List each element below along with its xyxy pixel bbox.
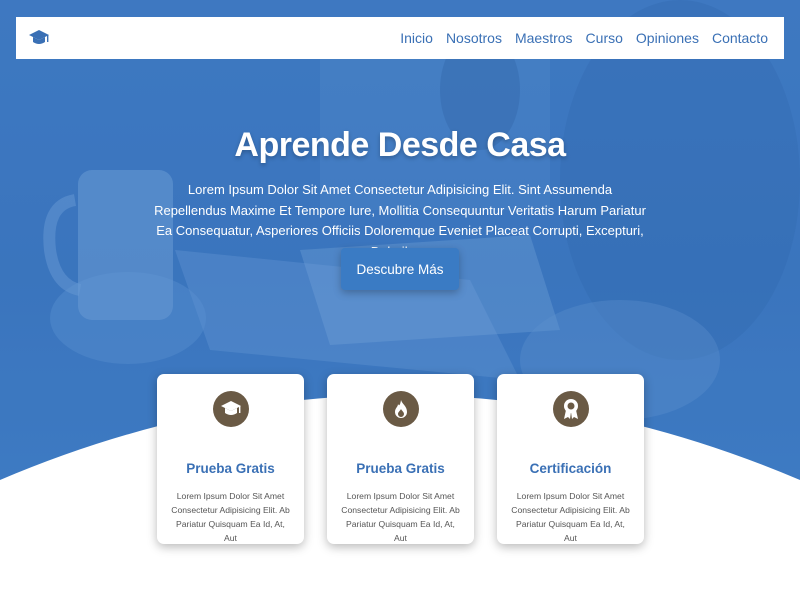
- card-text: Lorem Ipsum Dolor Sit Amet Consectetur A…: [341, 491, 460, 543]
- hero-title: Aprende Desde Casa: [234, 126, 566, 164]
- discover-more-button[interactable]: Descubre Más: [341, 248, 459, 290]
- nav-link-maestros[interactable]: Maestros: [515, 30, 573, 46]
- fire-icon: [383, 391, 419, 427]
- card-title: Prueba Gratis: [356, 461, 445, 476]
- award-icon: [553, 391, 589, 427]
- graduation-cap-icon[interactable]: [28, 27, 50, 49]
- card-title: Prueba Gratis: [186, 461, 275, 476]
- feature-card: Certificación Lorem Ipsum Dolor Sit Amet…: [497, 374, 644, 544]
- nav-link-contacto[interactable]: Contacto: [712, 30, 768, 46]
- card-text: Lorem Ipsum Dolor Sit Amet Consectetur A…: [171, 491, 290, 543]
- graduation-cap-icon: [213, 391, 249, 427]
- nav-links: Inicio Nosotros Maestros Curso Opiniones…: [400, 30, 768, 46]
- feature-card: Prueba Gratis Lorem Ipsum Dolor Sit Amet…: [327, 374, 474, 544]
- nav-link-inicio[interactable]: Inicio: [400, 30, 433, 46]
- card-title: Certificación: [529, 461, 612, 476]
- card-text: Lorem Ipsum Dolor Sit Amet Consectetur A…: [511, 491, 630, 543]
- nav-link-opiniones[interactable]: Opiniones: [636, 30, 699, 46]
- feature-card: Prueba Gratis Lorem Ipsum Dolor Sit Amet…: [157, 374, 304, 544]
- nav-link-curso[interactable]: Curso: [586, 30, 623, 46]
- navbar: Inicio Nosotros Maestros Curso Opiniones…: [16, 17, 784, 59]
- nav-link-nosotros[interactable]: Nosotros: [446, 30, 502, 46]
